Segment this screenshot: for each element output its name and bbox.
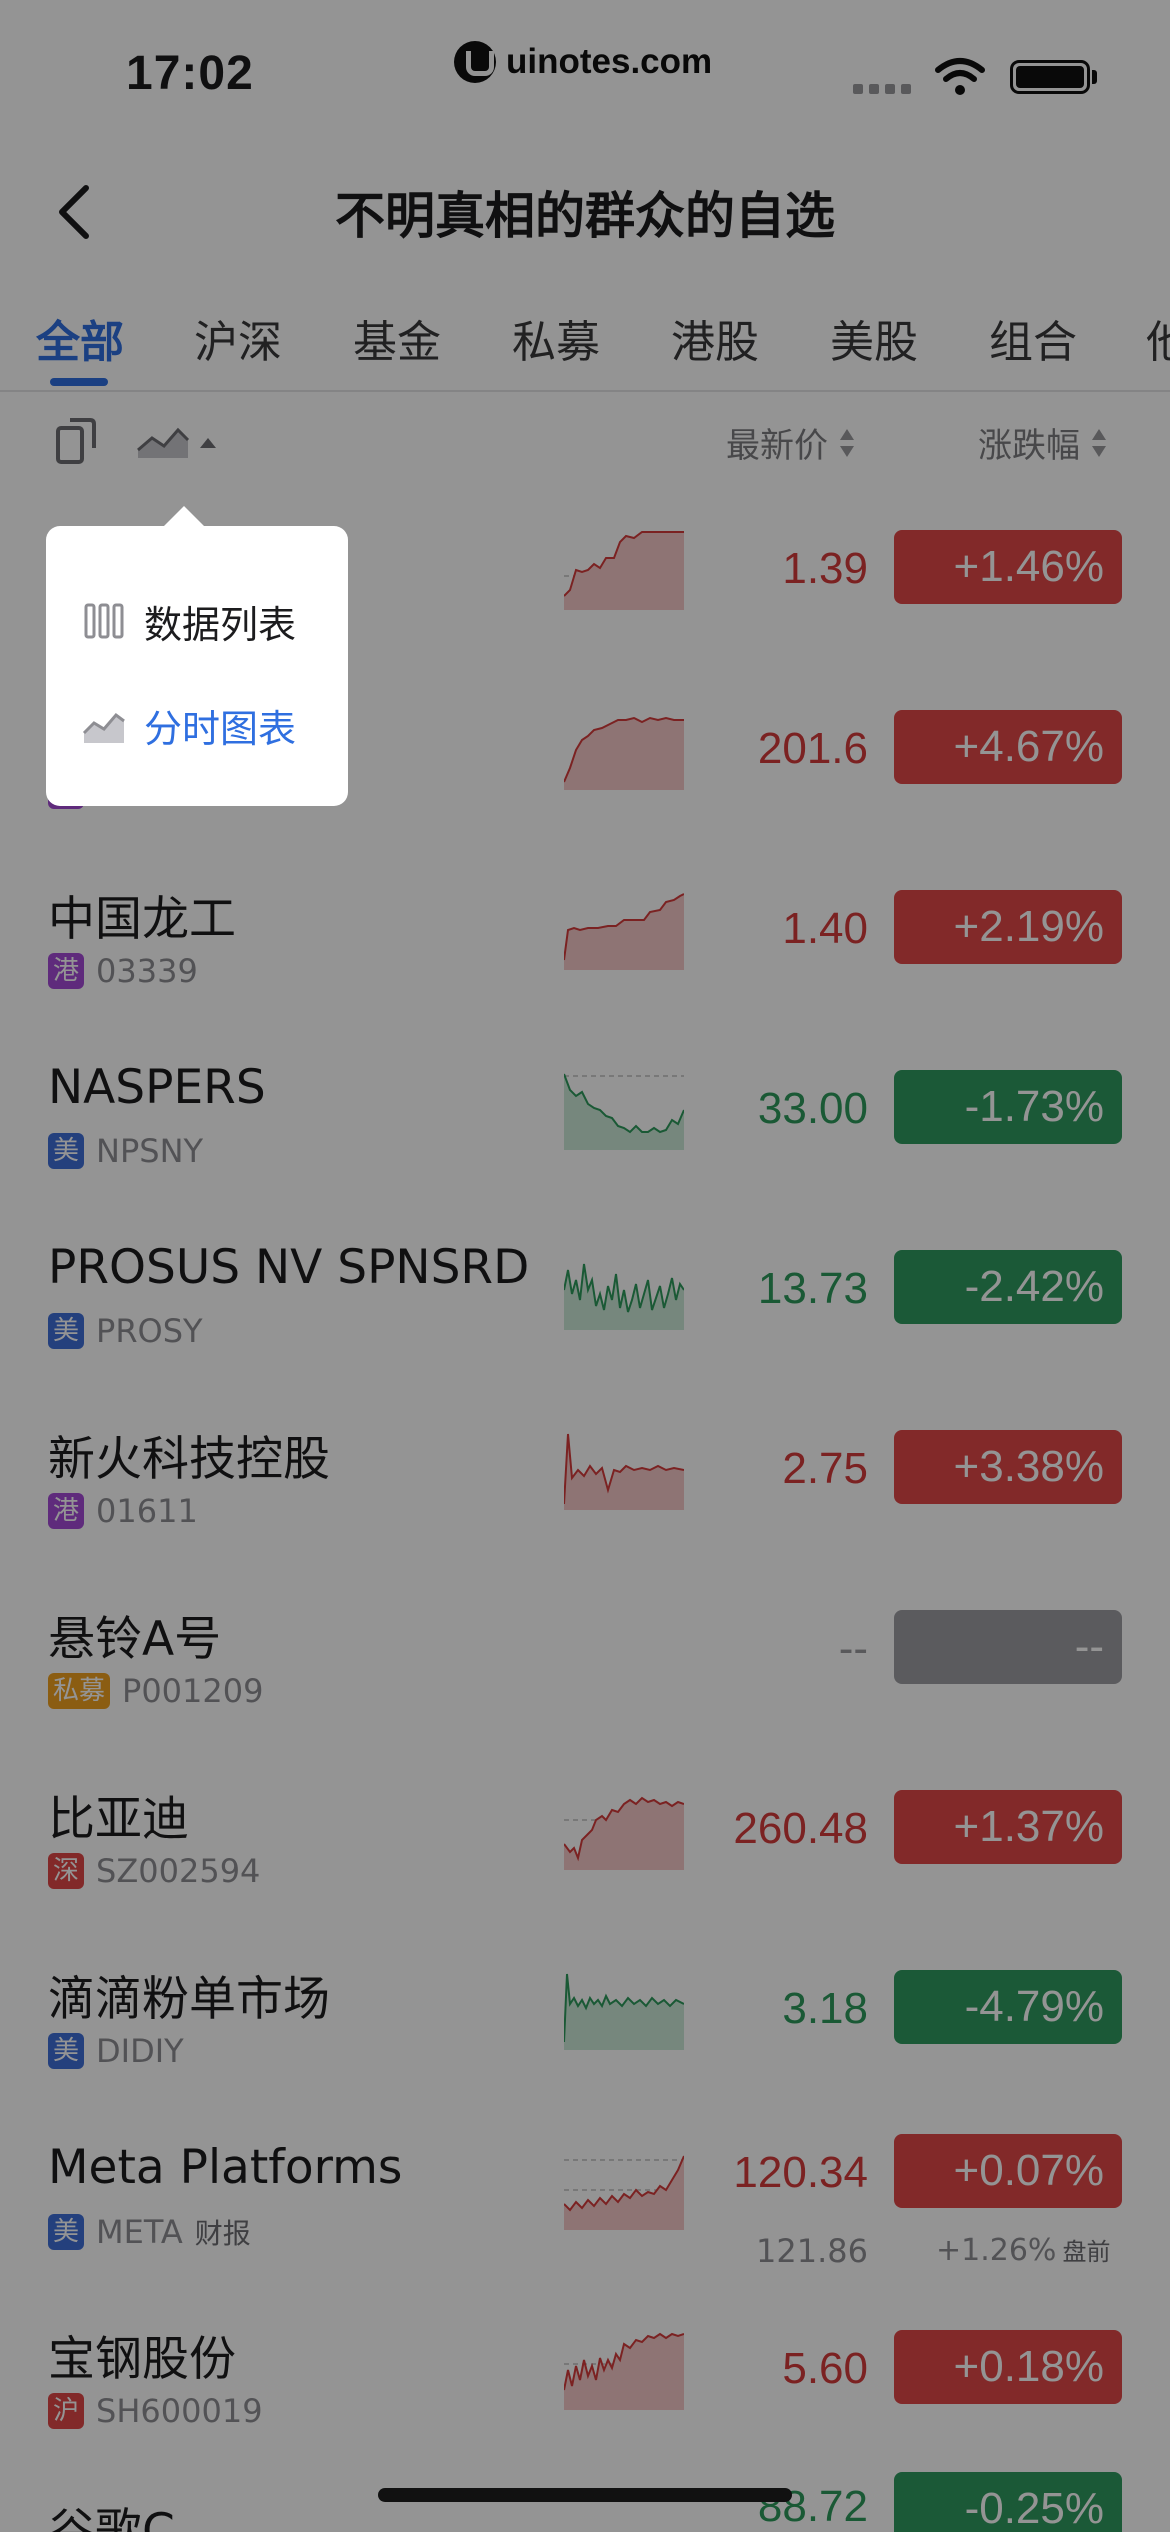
chart-icon (82, 712, 125, 743)
home-indicator (378, 2488, 792, 2502)
menu-item-time-chart[interactable]: 分时图表 (82, 690, 296, 760)
view-mode-popover: 数据列表 分时图表 (46, 506, 348, 806)
menu-item-label: 数据列表 (144, 602, 297, 647)
menu-item-data-list[interactable]: 数据列表 (82, 586, 296, 656)
list-icon (84, 603, 124, 639)
menu-item-label: 分时图表 (144, 706, 297, 751)
dim-overlay[interactable] (0, 0, 1170, 2532)
